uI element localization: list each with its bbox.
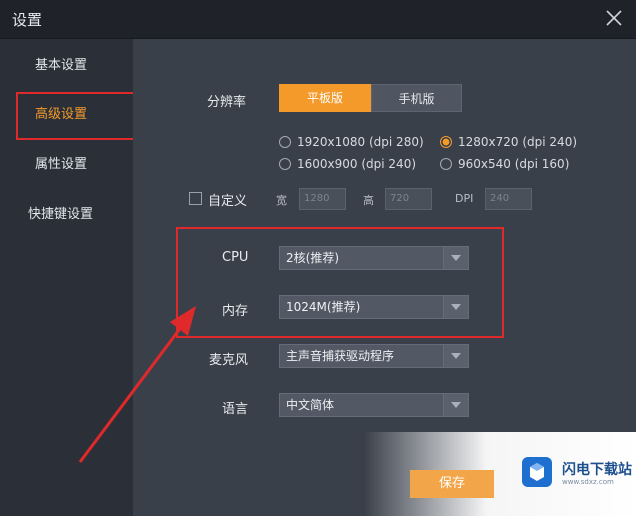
watermark-logo-icon [520,455,554,493]
watermark-name: 闪电下载站 [562,462,632,478]
save-button[interactable]: 保存 [410,470,494,498]
watermark-url: www.sdxz.com [562,478,614,486]
